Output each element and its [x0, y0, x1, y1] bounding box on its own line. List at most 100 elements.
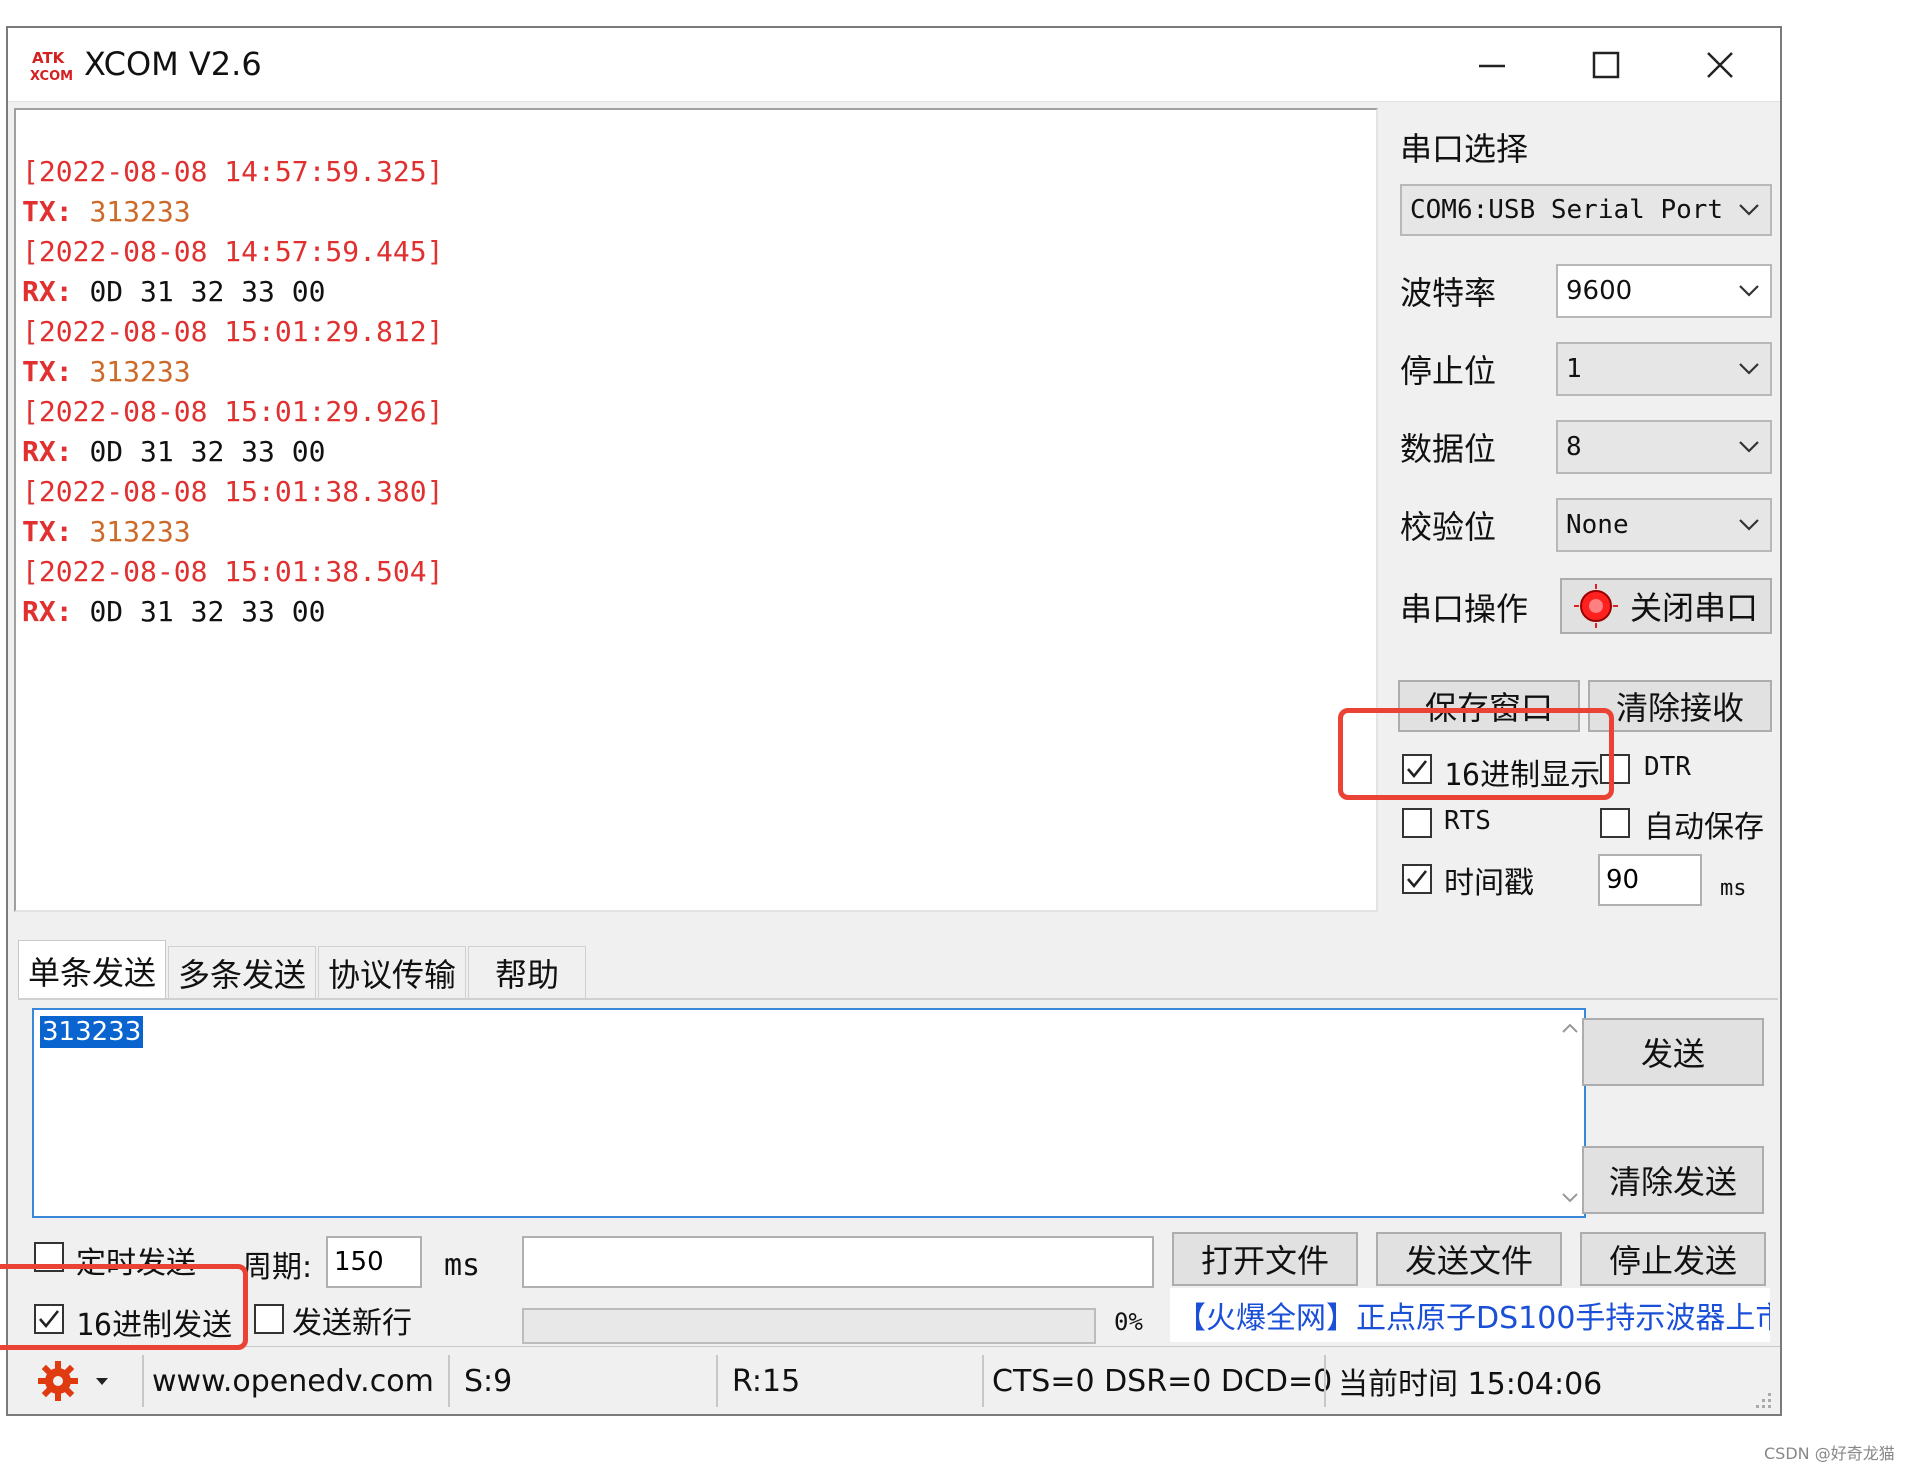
timestamp-interval-input[interactable]: 90 [1598, 854, 1702, 906]
checkmark-icon [1407, 870, 1428, 889]
log-timestamp: [2022-08-08 15:01:29.926] [22, 395, 444, 428]
period-unit: ms [444, 1248, 481, 1283]
open-file-button[interactable]: 打开文件 [1172, 1232, 1358, 1286]
clear-send-button[interactable]: 清除发送 [1582, 1146, 1764, 1214]
tx-value: 313233 [89, 515, 191, 548]
send-scrollbar[interactable] [1556, 1010, 1584, 1216]
close-window-button[interactable] [1664, 28, 1776, 102]
log-timestamp: [2022-08-08 14:57:59.445] [22, 235, 444, 268]
title-bar: ATK XCOM XCOM V2.6 [8, 28, 1780, 102]
received-count: R:15 [732, 1363, 801, 1399]
send-newline-checkbox[interactable] [254, 1304, 284, 1334]
file-path-input[interactable] [522, 1236, 1154, 1288]
send-input[interactable]: 313233 [32, 1008, 1586, 1218]
gear-icon [38, 1361, 78, 1401]
log-line: TX: 313233 [22, 352, 443, 392]
minimize-button[interactable] [1436, 28, 1548, 102]
stop-bits-label: 停止位 [1400, 352, 1497, 390]
send-progress-text: 0% [1114, 1308, 1143, 1336]
log-line: [2022-08-08 15:01:38.380] [22, 472, 443, 512]
sent-count: S:9 [464, 1363, 513, 1399]
status-separator [982, 1355, 984, 1407]
port-select-value: COM6:USB Serial Port [1410, 195, 1724, 225]
close-port-button[interactable]: 关闭串口 [1560, 578, 1772, 634]
rx-value: 0D 31 32 33 00 [89, 435, 326, 468]
clear-receive-button[interactable]: 清除接收 [1588, 680, 1772, 732]
stop-bits-dropdown[interactable]: 1 [1556, 342, 1772, 396]
log-line: RX: 0D 31 32 33 00 [22, 272, 443, 312]
log-line: [2022-08-08 15:01:38.504] [22, 552, 443, 592]
rts-label: RTS [1444, 806, 1491, 836]
watermark: CSDN @好奇龙猫 [1764, 1444, 1895, 1463]
baud-rate-label: 波特率 [1400, 274, 1497, 312]
send-file-button[interactable]: 发送文件 [1376, 1232, 1562, 1286]
tx-label: TX: [22, 195, 73, 228]
log-timestamp: [2022-08-08 15:01:38.380] [22, 475, 444, 508]
baud-rate-dropdown[interactable]: 9600 [1556, 264, 1772, 318]
rx-value: 0D 31 32 33 00 [89, 275, 326, 308]
tx-value: 313233 [89, 355, 191, 388]
port-select-dropdown[interactable]: COM6:USB Serial Port [1400, 184, 1772, 236]
settings-menu-button[interactable] [36, 1347, 110, 1415]
log-line: [2022-08-08 15:01:29.926] [22, 392, 443, 432]
chevron-down-icon [1739, 441, 1759, 453]
rx-value: 0D 31 32 33 00 [89, 595, 326, 628]
timestamp-checkbox[interactable] [1402, 864, 1432, 894]
maximize-button[interactable] [1550, 28, 1662, 102]
send-button[interactable]: 发送 [1582, 1018, 1764, 1086]
log-line: [2022-08-08 14:57:59.325] [22, 152, 443, 192]
period-input[interactable]: 150 [326, 1236, 422, 1288]
tab-single-send[interactable]: 单条发送 [18, 940, 166, 1000]
parity-dropdown[interactable]: None [1556, 498, 1772, 552]
website-link[interactable]: www.openedv.com [152, 1347, 434, 1415]
resize-grip-icon[interactable] [1750, 1387, 1774, 1411]
port-operation-label: 串口操作 [1400, 590, 1529, 628]
maximize-icon [1592, 51, 1620, 79]
port-select-label: 串口选择 [1400, 130, 1529, 168]
status-separator [716, 1355, 718, 1407]
stop-bits-value: 1 [1566, 354, 1582, 384]
close-port-label: 关闭串口 [1629, 589, 1758, 627]
chevron-down-icon [1739, 363, 1759, 375]
tx-value: 313233 [89, 195, 191, 228]
tab-protocol[interactable]: 协议传输 [318, 946, 466, 998]
baud-rate-value: 9600 [1566, 276, 1633, 306]
timestamp-unit: ms [1720, 876, 1747, 901]
log-line: RX: 0D 31 32 33 00 [22, 432, 443, 472]
dtr-label: DTR [1644, 752, 1691, 782]
current-time: 当前时间 15:04:06 [1338, 1367, 1603, 1402]
log-line: [2022-08-08 14:57:59.445] [22, 232, 443, 272]
app-logo-icon: ATK XCOM [30, 49, 73, 84]
rts-checkbox[interactable] [1402, 808, 1432, 838]
log-line: TX: 313233 [22, 512, 443, 552]
dropdown-arrow-icon [96, 1378, 108, 1385]
send-text-selection: 313233 [40, 1016, 144, 1048]
receive-log: [2022-08-08 14:57:59.325] TX: 313233 [2022… [22, 152, 443, 632]
chevron-down-icon [1739, 285, 1759, 297]
tx-label: TX: [22, 515, 73, 548]
data-bits-value: 8 [1566, 432, 1582, 462]
autosave-checkbox[interactable] [1600, 808, 1630, 838]
chevron-down-icon [1739, 519, 1759, 531]
ad-banner-link[interactable]: 【火爆全网】正点原子DS100手持示波器上市 [1170, 1288, 1770, 1342]
receive-area[interactable]: [2022-08-08 14:57:59.325] TX: 313233 [2022… [14, 108, 1378, 912]
autosave-label: 自动保存 [1644, 810, 1764, 845]
status-bar: www.openedv.com S:9 R:15 CTS=0 DSR=0 DCD… [8, 1346, 1780, 1414]
tab-multi-send[interactable]: 多条发送 [168, 946, 316, 998]
modem-signals: CTS=0 DSR=0 DCD=0 [992, 1363, 1333, 1399]
log-timestamp: [2022-08-08 15:01:29.812] [22, 315, 444, 348]
port-status-led-icon [1573, 584, 1618, 628]
stop-send-button[interactable]: 停止发送 [1580, 1232, 1766, 1286]
tab-help[interactable]: 帮助 [468, 946, 586, 998]
chevron-down-icon [1739, 204, 1759, 216]
rx-label: RX: [22, 435, 73, 468]
close-icon [1707, 52, 1733, 78]
data-bits-dropdown[interactable]: 8 [1556, 420, 1772, 474]
send-progress-bar [522, 1308, 1096, 1344]
log-timestamp: [2022-08-08 15:01:38.504] [22, 555, 444, 588]
log-line: TX: 313233 [22, 192, 443, 232]
log-timestamp: [2022-08-08 14:57:59.325] [22, 155, 444, 188]
window-title: XCOM V2.6 [84, 45, 262, 83]
timestamp-label: 时间戳 [1444, 866, 1534, 901]
status-separator [448, 1355, 450, 1407]
